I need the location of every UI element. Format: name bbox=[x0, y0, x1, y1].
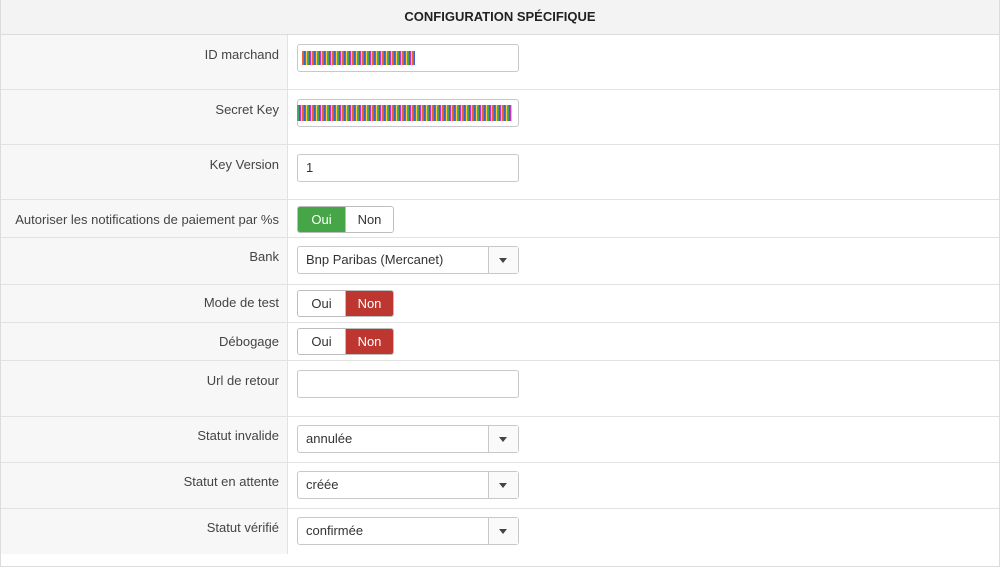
row-bank: Bank Bnp Paribas (Mercanet) bbox=[1, 238, 999, 285]
merchant-id-field[interactable] bbox=[297, 44, 519, 72]
status-invalid-select[interactable]: annulée bbox=[297, 425, 519, 453]
debug-toggle[interactable]: Oui Non bbox=[297, 328, 394, 355]
secret-key-label: Secret Key bbox=[1, 90, 288, 144]
row-key-version: Key Version 1 bbox=[1, 145, 999, 200]
row-notifications: Autoriser les notifications de paiement … bbox=[1, 200, 999, 238]
status-pending-select[interactable]: créée bbox=[297, 471, 519, 499]
masked-value bbox=[302, 51, 415, 65]
key-version-field[interactable]: 1 bbox=[297, 154, 519, 182]
test-mode-label: Mode de test bbox=[1, 285, 288, 322]
merchant-id-label: ID marchand bbox=[1, 35, 288, 89]
panel-title: CONFIGURATION SPÉCIFIQUE bbox=[1, 0, 999, 35]
bank-select[interactable]: Bnp Paribas (Mercanet) bbox=[297, 246, 519, 274]
status-verified-select[interactable]: confirmée bbox=[297, 517, 519, 545]
row-status-verified: Statut vérifié confirmée bbox=[1, 509, 999, 554]
notifications-no-button[interactable]: Non bbox=[345, 207, 393, 232]
chevron-down-icon[interactable] bbox=[488, 247, 518, 273]
return-url-label: Url de retour bbox=[1, 361, 288, 416]
test-mode-yes-button[interactable]: Oui bbox=[298, 291, 345, 316]
return-url-field[interactable] bbox=[297, 370, 519, 398]
chevron-down-icon[interactable] bbox=[488, 518, 518, 544]
secret-key-field[interactable] bbox=[297, 99, 519, 127]
status-pending-label: Statut en attente bbox=[1, 463, 288, 508]
row-secret-key: Secret Key bbox=[1, 90, 999, 145]
notifications-yes-button[interactable]: Oui bbox=[298, 207, 345, 232]
row-test-mode: Mode de test Oui Non bbox=[1, 285, 999, 323]
row-debug: Débogage Oui Non bbox=[1, 323, 999, 361]
notifications-label: Autoriser les notifications de paiement … bbox=[1, 200, 288, 237]
test-mode-no-button[interactable]: Non bbox=[345, 291, 393, 316]
row-status-invalid: Statut invalide annulée bbox=[1, 417, 999, 463]
row-merchant-id: ID marchand bbox=[1, 35, 999, 90]
status-pending-selected-value: créée bbox=[306, 477, 339, 492]
status-invalid-selected-value: annulée bbox=[306, 431, 353, 446]
test-mode-toggle[interactable]: Oui Non bbox=[297, 290, 394, 317]
status-verified-selected-value: confirmée bbox=[306, 523, 364, 538]
debug-yes-button[interactable]: Oui bbox=[298, 329, 345, 354]
chevron-down-icon[interactable] bbox=[488, 426, 518, 452]
status-verified-label: Statut vérifié bbox=[1, 509, 288, 554]
row-status-pending: Statut en attente créée bbox=[1, 463, 999, 509]
bank-selected-value: Bnp Paribas (Mercanet) bbox=[306, 252, 444, 267]
debug-label: Débogage bbox=[1, 323, 288, 360]
status-invalid-label: Statut invalide bbox=[1, 417, 288, 462]
chevron-down-icon[interactable] bbox=[488, 472, 518, 498]
config-panel: CONFIGURATION SPÉCIFIQUE ID marchand Sec… bbox=[0, 0, 1000, 567]
notifications-toggle[interactable]: Oui Non bbox=[297, 206, 394, 233]
bank-label: Bank bbox=[1, 238, 288, 284]
key-version-label: Key Version bbox=[1, 145, 288, 199]
masked-value bbox=[297, 105, 512, 121]
row-return-url: Url de retour bbox=[1, 361, 999, 417]
debug-no-button[interactable]: Non bbox=[345, 329, 393, 354]
